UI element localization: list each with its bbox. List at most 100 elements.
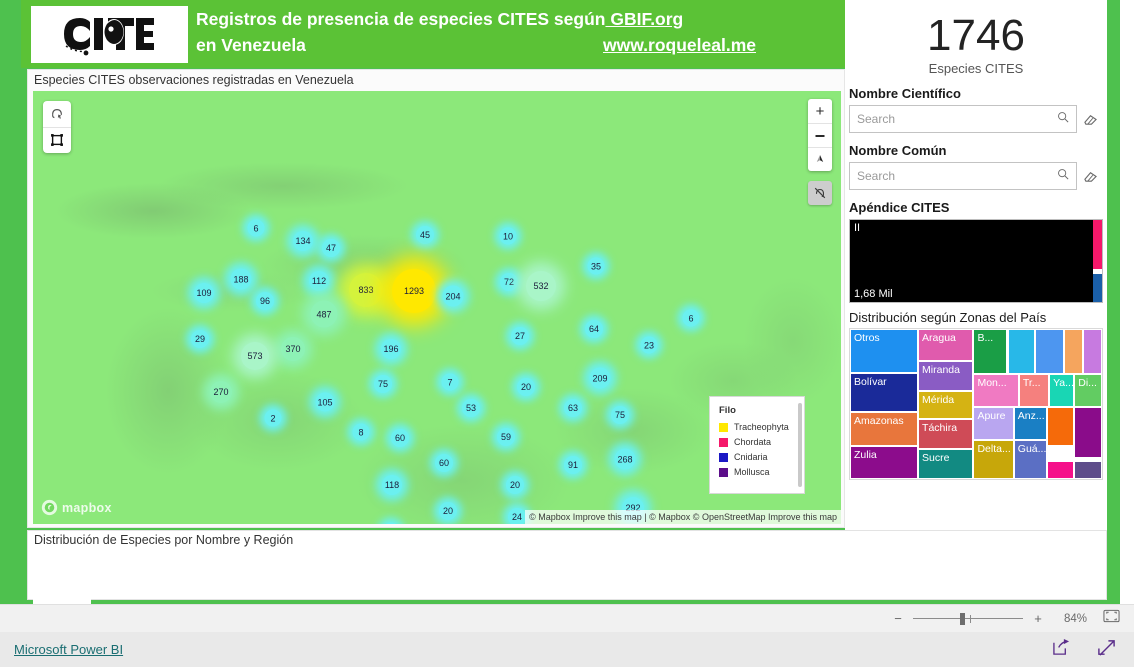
website-link[interactable]: www.roqueleal.me — [603, 32, 756, 58]
zone-treemap-node[interactable] — [1083, 329, 1102, 374]
zone-treemap-node[interactable]: Sucre — [918, 449, 974, 479]
search-icon[interactable] — [1057, 167, 1069, 185]
map-attribution[interactable]: © Mapbox Improve this map | © Mapbox © O… — [525, 510, 841, 524]
legend-scrollbar[interactable] — [798, 403, 802, 487]
common-name-clear-icon[interactable] — [1077, 170, 1103, 183]
zoom-slider-thumb[interactable] — [960, 612, 965, 625]
map-cluster-bubble[interactable]: 47 — [322, 239, 340, 257]
map-cluster-bubble[interactable]: 134 — [293, 231, 313, 251]
map-cluster-bubble[interactable]: 268 — [614, 448, 636, 470]
map-cluster-bubble[interactable]: 7 — [441, 373, 459, 391]
lasso-select-icon[interactable] — [43, 101, 71, 127]
appendix-treemap-side-nodes[interactable] — [1093, 220, 1102, 302]
common-name-search-input[interactable]: Search — [849, 162, 1077, 190]
fullscreen-icon[interactable] — [1097, 638, 1116, 662]
map-cluster-bubble[interactable]: 23 — [640, 336, 658, 354]
map-zoom-out-button[interactable] — [808, 123, 832, 147]
zone-treemap-node[interactable] — [1046, 461, 1075, 479]
map-tools-right[interactable]: + — [808, 99, 832, 205]
legend-item[interactable]: Chordata — [719, 437, 796, 447]
map-cluster-bubble[interactable]: 27 — [511, 327, 529, 345]
map-cluster-bubble[interactable]: 109 — [194, 283, 214, 303]
appendix-treemap-node[interactable] — [1093, 220, 1102, 270]
legend-item[interactable]: Cnidaria — [719, 452, 796, 462]
map-cluster-bubble[interactable]: 532 — [526, 271, 556, 301]
share-icon[interactable] — [1052, 638, 1071, 661]
zoom-slider[interactable] — [913, 612, 1023, 625]
map-cluster-bubble[interactable]: 96 — [256, 292, 274, 310]
zone-treemap-node[interactable]: Zulia — [850, 446, 919, 479]
map-cluster-bubble[interactable]: 370 — [281, 337, 305, 361]
map-cluster-bubble[interactable]: 196 — [381, 339, 401, 359]
map-cluster-bubble[interactable]: 105 — [315, 392, 335, 412]
map-cluster-bubble[interactable]: 35 — [587, 257, 605, 275]
zone-treemap-node[interactable]: Delta... — [973, 440, 1014, 479]
map-cluster-bubble[interactable]: 2 — [264, 409, 282, 427]
species-distribution-grid[interactable] — [33, 550, 1102, 605]
zone-treemap-node[interactable] — [1074, 407, 1102, 458]
map-cluster-bubble[interactable]: 60 — [435, 454, 453, 472]
powerbi-link[interactable]: Microsoft Power BI — [14, 642, 123, 657]
mapbox-logo[interactable]: mapbox — [41, 499, 112, 516]
map-cluster-bubble[interactable]: 188 — [230, 268, 252, 290]
zone-treemap-node[interactable] — [1035, 329, 1065, 374]
map-canvas[interactable]: 6 134 47 45 10 35 188 112 833 1293 204 72 532 109 96 48… — [33, 91, 841, 524]
scientific-name-search-input[interactable]: Search — [849, 105, 1077, 133]
map-zoom-in-button[interactable]: + — [808, 99, 832, 123]
zone-treemap-node[interactable]: Guá... — [1013, 440, 1047, 479]
map-cluster-bubble[interactable]: 75 — [611, 406, 629, 424]
zone-treemap-node[interactable]: B... — [973, 329, 1008, 374]
legend-item[interactable]: Mollusca — [719, 467, 796, 477]
map-cluster-bubble[interactable]: 209 — [589, 367, 611, 389]
zone-treemap-node[interactable]: Amazonas — [850, 411, 919, 446]
zone-treemap-node[interactable]: Anz... — [1013, 407, 1047, 440]
map-cluster-bubble[interactable]: 118 — [382, 475, 402, 495]
map-legend[interactable]: Filo Tracheophyta Chordata Cnidaria Mollusc… — [709, 396, 805, 494]
zoom-out-button[interactable]: − — [893, 611, 903, 626]
zone-treemap-node[interactable]: Tr... — [1018, 374, 1050, 407]
map-cluster-bubble[interactable]: 833 — [349, 273, 383, 307]
map-cluster-bubble[interactable]: 8 — [352, 423, 370, 441]
zone-treemap-node[interactable]: Miranda — [918, 360, 974, 391]
map-cluster-bubble[interactable]: 573 — [241, 342, 269, 370]
species-grid-cell[interactable] — [125, 578, 127, 592]
species-grid-cell[interactable] — [125, 550, 127, 564]
map-cluster-bubble[interactable]: 91 — [564, 456, 582, 474]
gbif-link[interactable]: GBIF.org — [605, 9, 683, 29]
map-cluster-bubble[interactable]: 59 — [497, 428, 515, 446]
map-cluster-bubble[interactable]: 112 — [309, 271, 329, 291]
zone-treemap-node[interactable]: Aragua — [918, 329, 974, 361]
species-grid-cell[interactable] — [125, 564, 127, 578]
map-cluster-bubble[interactable]: 72 — [500, 273, 518, 291]
map-cluster-bubble[interactable]: 75 — [374, 375, 392, 393]
appendix-treemap-node[interactable] — [1093, 274, 1102, 302]
map-cluster-bubble[interactable]: 270 — [210, 381, 232, 403]
map-tools-left[interactable] — [43, 101, 71, 153]
legend-item[interactable]: Tracheophyta — [719, 422, 796, 432]
zone-treemap-node[interactable]: Otros — [850, 329, 919, 373]
map-cluster-bubble[interactable]: 60 — [391, 429, 409, 447]
lasso-off-icon[interactable] — [808, 181, 832, 205]
map-zoom-controls[interactable]: + — [808, 99, 832, 171]
map-cluster-bubble[interactable]: 204 — [442, 285, 464, 307]
map-cluster-bubble[interactable]: 20 — [439, 502, 457, 520]
map-visual[interactable]: Especies CITES observaciones registradas… — [27, 69, 845, 528]
map-cluster-bubble[interactable]: 29 — [191, 330, 209, 348]
zone-treemap-node[interactable] — [1046, 407, 1075, 446]
map-cluster-bubble[interactable]: 1293 — [392, 269, 436, 313]
species-distribution-visual[interactable]: Distribución de Especies por Nombre y Re… — [27, 530, 1107, 605]
scientific-name-clear-icon[interactable] — [1077, 113, 1103, 126]
appendix-treemap-main-node[interactable]: II 1,68 Mil — [850, 220, 1093, 302]
map-cluster-bubble[interactable]: 20 — [517, 378, 535, 396]
map-cluster-bubble[interactable]: 6 — [682, 309, 700, 327]
zoom-toolbar[interactable]: − + 84% — [0, 604, 1134, 632]
zone-treemap-node[interactable] — [1074, 461, 1102, 479]
map-cluster-bubble[interactable]: 64 — [585, 320, 603, 338]
zone-treemap-node[interactable] — [1064, 329, 1084, 374]
fit-to-screen-icon[interactable] — [1103, 609, 1120, 628]
zone-treemap-node[interactable]: Apure — [973, 407, 1014, 440]
focus-mode-icon[interactable] — [43, 126, 71, 154]
search-icon[interactable] — [1057, 110, 1069, 128]
map-cluster-bubble[interactable]: 63 — [564, 399, 582, 417]
zone-treemap-node[interactable]: Táchira — [918, 419, 974, 449]
